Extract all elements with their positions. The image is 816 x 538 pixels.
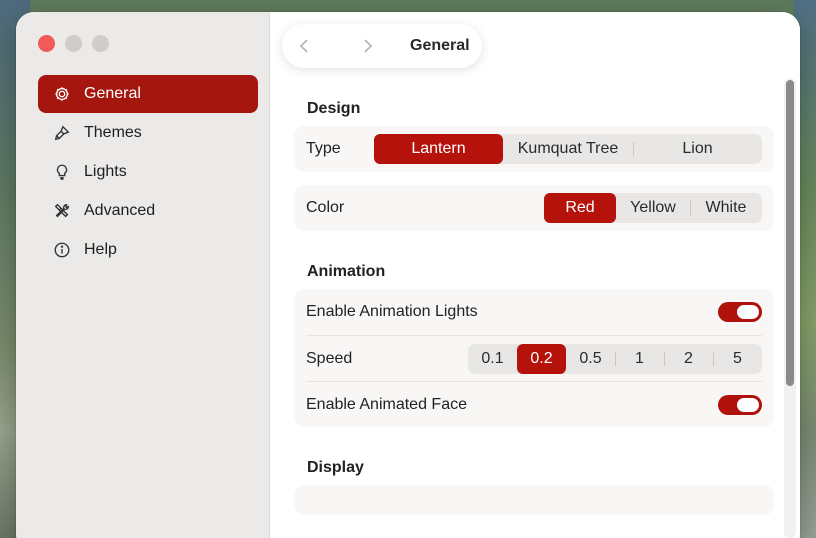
color-option-white[interactable]: White bbox=[690, 193, 762, 223]
chevron-right-icon bbox=[364, 39, 373, 53]
speed-option[interactable]: 5 bbox=[713, 344, 762, 374]
animation-card: Enable Animation Lights Speed 0.1 0.2 0.… bbox=[294, 289, 774, 427]
enable-face-row: Enable Animated Face bbox=[306, 381, 762, 427]
design-color-card: Color Red Yellow White bbox=[294, 185, 774, 231]
speed-option[interactable]: 1 bbox=[615, 344, 664, 374]
type-segmented-control: Lantern Kumquat Tree Lion bbox=[374, 134, 762, 164]
forward-button[interactable] bbox=[358, 34, 378, 58]
settings-content: Design Type Lantern Kumquat Tree Lion Co… bbox=[294, 92, 774, 528]
speed-option[interactable]: 0.1 bbox=[468, 344, 517, 374]
color-segmented-control: Red Yellow White bbox=[544, 193, 762, 223]
close-button[interactable] bbox=[38, 35, 55, 52]
type-option-lantern[interactable]: Lantern bbox=[374, 134, 503, 164]
color-label: Color bbox=[306, 199, 345, 216]
speed-segmented-control: 0.1 0.2 0.5 1 2 5 bbox=[468, 343, 762, 374]
enable-lights-label: Enable Animation Lights bbox=[306, 303, 478, 320]
gear-icon bbox=[52, 84, 72, 104]
design-type-card: Type Lantern Kumquat Tree Lion bbox=[294, 126, 774, 172]
scrollbar-thumb[interactable] bbox=[786, 80, 794, 386]
display-card bbox=[294, 485, 774, 515]
type-option-lion[interactable]: Lion bbox=[633, 134, 762, 164]
sidebar-item-label: Lights bbox=[84, 163, 127, 180]
tools-icon bbox=[52, 201, 72, 221]
sidebar-item-label: Advanced bbox=[84, 202, 156, 219]
window-controls bbox=[38, 35, 109, 52]
type-label: Type bbox=[306, 140, 341, 157]
speed-option[interactable]: 2 bbox=[664, 344, 713, 374]
color-option-yellow[interactable]: Yellow bbox=[616, 193, 690, 223]
settings-window: General Themes Lights Advanced Help Gene… bbox=[16, 12, 800, 538]
sidebar-item-themes[interactable]: Themes bbox=[38, 114, 258, 152]
type-option-kumquat-tree[interactable]: Kumquat Tree bbox=[503, 134, 633, 164]
section-title-animation: Animation bbox=[307, 263, 386, 280]
back-button[interactable] bbox=[294, 34, 314, 58]
main-panel: General Design Type Lantern Kumquat Tree… bbox=[270, 12, 800, 538]
enable-face-toggle[interactable] bbox=[718, 394, 762, 415]
sidebar-item-label: Themes bbox=[84, 124, 142, 141]
type-row: Type Lantern Kumquat Tree Lion bbox=[306, 126, 762, 172]
speed-option-selected[interactable]: 0.2 bbox=[517, 343, 566, 374]
enable-lights-row: Enable Animation Lights bbox=[306, 289, 762, 335]
zoom-button[interactable] bbox=[92, 35, 109, 52]
sidebar-item-help[interactable]: Help bbox=[38, 231, 258, 269]
sidebar-item-label: General bbox=[84, 85, 141, 102]
speed-row: Speed 0.1 0.2 0.5 1 2 5 bbox=[306, 335, 762, 381]
minimize-button[interactable] bbox=[65, 35, 82, 52]
scrollbar[interactable] bbox=[784, 78, 796, 538]
info-icon bbox=[52, 240, 72, 260]
enable-face-label: Enable Animated Face bbox=[306, 395, 467, 413]
sidebar-nav: General Themes Lights Advanced Help bbox=[38, 75, 258, 270]
speed-option[interactable]: 0.5 bbox=[566, 344, 615, 374]
color-row: Color Red Yellow White bbox=[306, 185, 762, 231]
sidebar-item-lights[interactable]: Lights bbox=[38, 153, 258, 191]
color-option-red[interactable]: Red bbox=[544, 193, 616, 223]
sidebar-item-general[interactable]: General bbox=[38, 75, 258, 113]
sidebar: General Themes Lights Advanced Help bbox=[16, 12, 270, 538]
enable-lights-toggle[interactable] bbox=[718, 302, 762, 322]
section-title-design: Design bbox=[307, 100, 361, 117]
lightbulb-icon bbox=[52, 162, 72, 182]
section-title-display: Display bbox=[307, 459, 364, 476]
sidebar-item-advanced[interactable]: Advanced bbox=[38, 192, 258, 230]
toolbar: General bbox=[282, 24, 482, 68]
paintbrush-icon bbox=[52, 123, 72, 143]
sidebar-item-label: Help bbox=[84, 241, 117, 258]
window-title: General bbox=[410, 37, 470, 54]
chevron-left-icon bbox=[299, 39, 308, 53]
speed-label: Speed bbox=[306, 349, 353, 367]
